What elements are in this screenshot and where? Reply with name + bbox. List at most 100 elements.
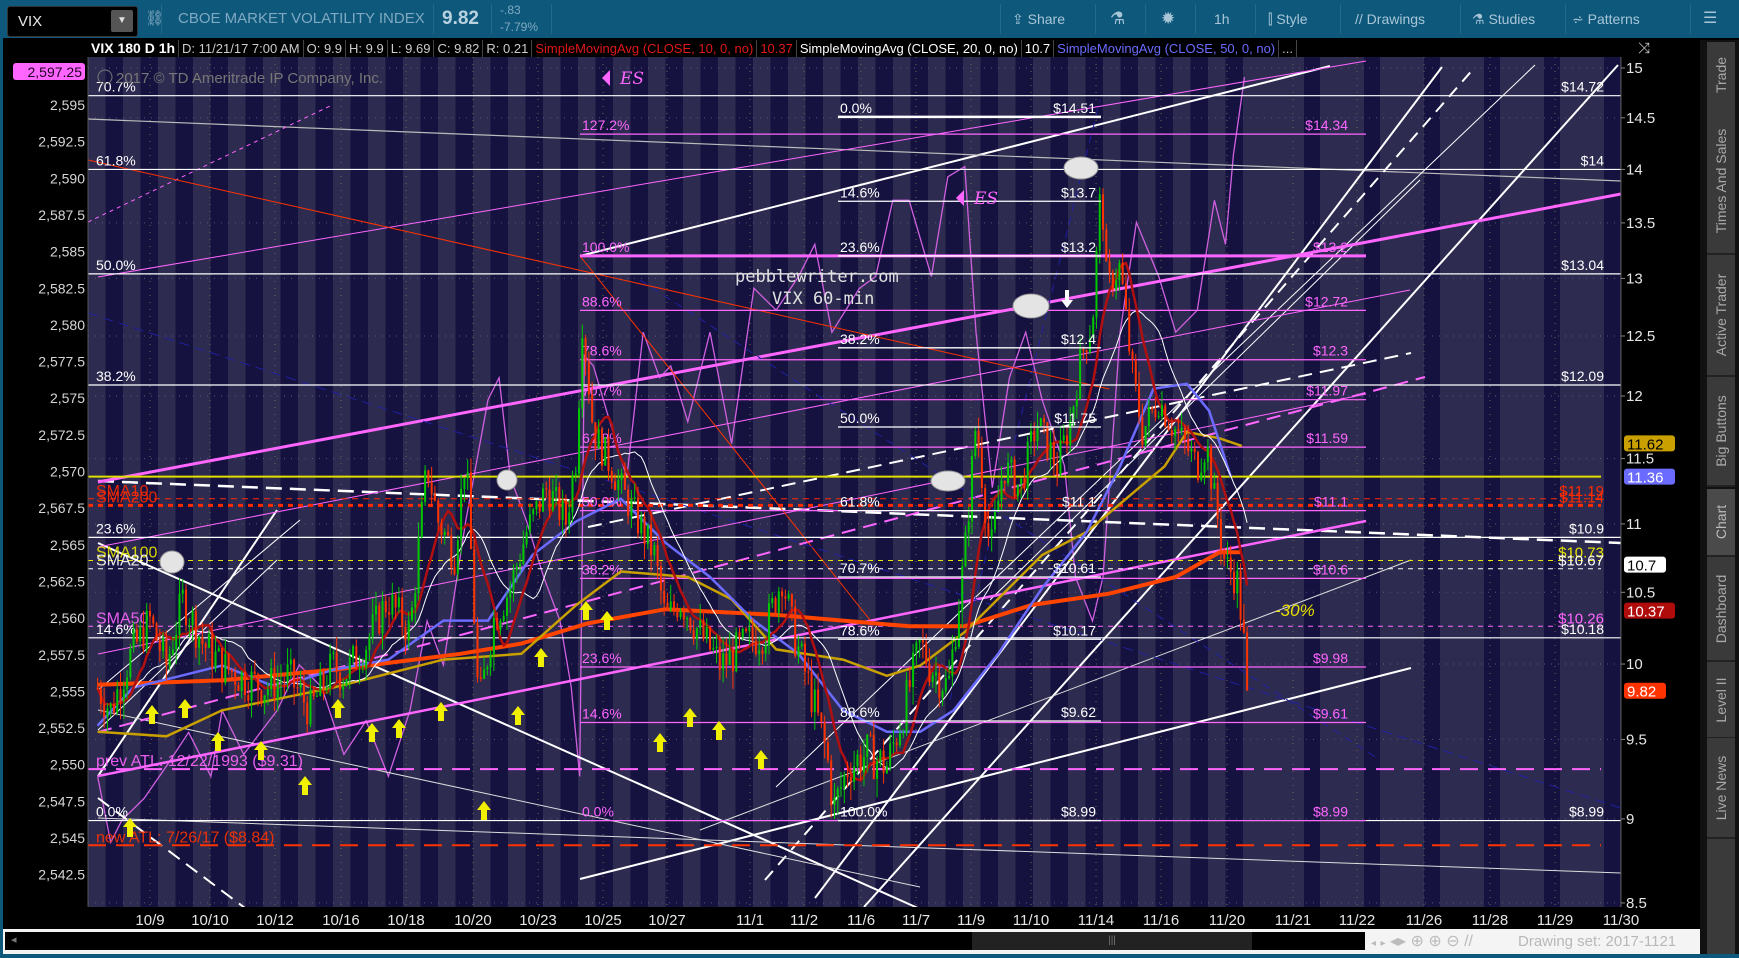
candle-body xyxy=(784,596,787,599)
candle-body xyxy=(1105,229,1108,262)
drawing-set-selector[interactable]: Drawing set: 2017-1121 xyxy=(1518,929,1676,954)
tab-trade[interactable]: Trade xyxy=(1707,42,1735,110)
candle-body xyxy=(542,488,544,512)
candle-body xyxy=(1000,480,1003,501)
candle-body xyxy=(361,667,364,669)
x-tick-label: 11/7 xyxy=(902,912,930,929)
candle-body xyxy=(604,437,607,466)
candle-body xyxy=(548,489,551,511)
tab-active-trader[interactable]: Active Trader xyxy=(1707,255,1735,377)
tab-chart[interactable]: Chart xyxy=(1707,489,1735,557)
scroll-left-button[interactable]: ◂ xyxy=(1371,938,1376,949)
fib-middle-pct: 14.6% xyxy=(840,184,880,200)
candle-body xyxy=(142,626,145,649)
candle-body xyxy=(1059,440,1062,475)
candle-body xyxy=(584,338,587,362)
candle-body xyxy=(859,754,862,773)
candle-body xyxy=(1147,407,1150,427)
horizontal-scrollbar[interactable]: ◂ ||| xyxy=(5,932,1365,950)
candle-body xyxy=(1144,426,1147,445)
left-tick-label: 2,577.5 xyxy=(38,354,85,370)
session-band xyxy=(333,57,351,907)
right-tick-label: 9.5 xyxy=(1626,731,1647,748)
candle-body xyxy=(728,649,731,665)
candle-body xyxy=(535,501,538,510)
candle-body xyxy=(116,689,119,713)
candle-body xyxy=(492,618,495,655)
fib-middle-value: $11.1 xyxy=(1062,494,1096,510)
candle-body xyxy=(1164,405,1167,427)
scroll-right-button[interactable]: ▸ xyxy=(1380,938,1385,949)
candle-body xyxy=(178,593,181,635)
candle-body xyxy=(286,664,289,682)
right-tick-label: 8.5 xyxy=(1626,895,1647,912)
candle-body xyxy=(561,500,564,520)
fib-middle-value: $10.61 xyxy=(1053,560,1096,576)
candle-body xyxy=(122,689,125,702)
zoom-in-icon[interactable]: ⊕ xyxy=(1428,933,1441,950)
candle-body xyxy=(411,607,413,621)
fib-pink-value: $10.6 xyxy=(1313,561,1348,577)
candle-body xyxy=(915,642,918,653)
zoom-out-icon[interactable]: ⊖ xyxy=(1446,933,1459,950)
candle-body xyxy=(1226,557,1229,559)
candle-body xyxy=(273,668,276,700)
tab-big-buttons[interactable]: Big Buttons xyxy=(1707,377,1735,487)
session-band xyxy=(1173,57,1191,907)
candle-body xyxy=(1062,435,1065,441)
price-chart[interactable]: SMA10 $11.19SMA200 $11.14SMA100 $10.73SMA20… xyxy=(0,0,1739,958)
candle-body xyxy=(954,646,957,650)
tab-times-and-sales[interactable]: Times And Sales xyxy=(1707,108,1735,255)
candle-body xyxy=(358,668,361,670)
candle-body xyxy=(797,646,800,657)
scrollbar-thumb[interactable]: ||| xyxy=(972,932,1252,950)
session-band xyxy=(368,57,386,907)
candle-body xyxy=(489,654,492,668)
candle-body xyxy=(391,594,394,615)
candle-body xyxy=(607,437,610,471)
tab-live-news[interactable]: Live News xyxy=(1707,738,1735,839)
candle-body xyxy=(578,408,581,474)
fib-middle-value: $13.7 xyxy=(1061,184,1096,200)
fib-outer-value: $10.9 xyxy=(1569,520,1604,536)
candle-body xyxy=(135,629,138,642)
candle-body xyxy=(931,675,934,683)
candle-body xyxy=(263,695,266,704)
crosshair-icon[interactable]: ⊕ xyxy=(1410,933,1423,950)
x-tick-label: 11/28 xyxy=(1472,912,1508,929)
tab-level-ii[interactable]: Level II xyxy=(1707,662,1735,739)
candle-body xyxy=(643,516,646,545)
fib-outer-value: $12.09 xyxy=(1561,368,1604,384)
collapse-expand-icon[interactable]: ⤨ xyxy=(1638,40,1650,57)
fib-outer-pct: 50.0% xyxy=(96,257,136,273)
left-tick-label: 2,572.5 xyxy=(38,427,85,443)
candle-body xyxy=(112,703,115,713)
fib-middle-value: $10.17 xyxy=(1053,622,1096,638)
candle-body xyxy=(545,488,548,490)
candle-body xyxy=(1229,557,1232,572)
candle-body xyxy=(804,643,806,672)
candle-body xyxy=(499,620,502,630)
x-tick-label: 11/10 xyxy=(1013,912,1049,929)
level-right-label: $11.14 xyxy=(1559,489,1604,506)
candle-body xyxy=(718,646,721,670)
tab-dashboard[interactable]: Dashboard xyxy=(1707,557,1735,662)
candle-body xyxy=(525,532,528,545)
session-band xyxy=(1320,57,1364,907)
candle-body xyxy=(571,476,574,513)
price-badge-label: 11.36 xyxy=(1627,470,1663,487)
candle-body xyxy=(1043,418,1046,423)
candle-body xyxy=(686,618,689,620)
candle-body xyxy=(224,653,227,683)
fib-pink-value: $11.97 xyxy=(1306,383,1348,399)
fib-pink-value: $9.61 xyxy=(1313,706,1348,722)
drawing-tool-icon[interactable]: // xyxy=(1464,933,1473,950)
scroll-left-icon[interactable]: ◂ xyxy=(11,933,17,946)
fit-icon[interactable]: ◂▸ xyxy=(1390,933,1406,950)
left-tick-label: 2,547.5 xyxy=(38,793,85,809)
left-tick-label: 2,565 xyxy=(50,537,85,553)
candle-body xyxy=(204,643,207,648)
fib-middle-value: $14.51 xyxy=(1053,100,1096,116)
candle-body xyxy=(977,430,980,448)
candle-body xyxy=(636,497,639,534)
